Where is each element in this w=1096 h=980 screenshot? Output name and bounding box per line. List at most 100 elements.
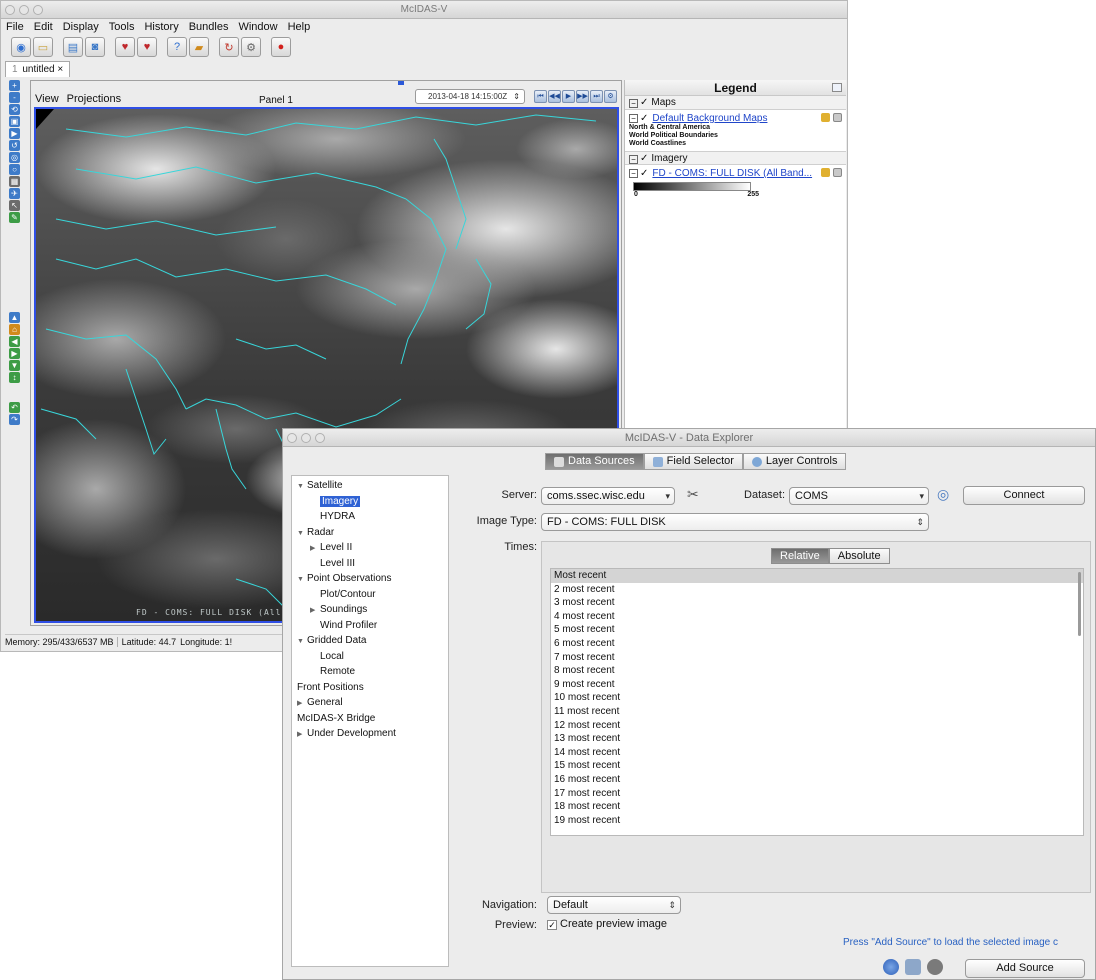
zoom-window-button[interactable]: [315, 433, 325, 443]
pan-left-icon[interactable]: ◀: [9, 336, 20, 347]
preview-checkbox[interactable]: ✓: [547, 920, 557, 930]
tree-node-gridded-data[interactable]: ▼ Gridded Data: [292, 633, 448, 649]
home-icon[interactable]: ⌂: [9, 324, 20, 335]
menu-display[interactable]: Display: [63, 19, 99, 35]
pointer-icon[interactable]: ↖: [9, 200, 20, 211]
list-item[interactable]: 11 most recent: [551, 705, 1083, 719]
visibility-checkbox[interactable]: ✓: [640, 113, 648, 124]
help-icon[interactable]: [883, 959, 899, 975]
collapse-icon[interactable]: −: [629, 169, 638, 178]
projection-icon[interactable]: ◎: [9, 152, 20, 163]
lock-icon[interactable]: [821, 113, 830, 122]
pan-down-icon[interactable]: ▼: [9, 360, 20, 371]
tree-node-level-ii[interactable]: ▶ Level II: [292, 540, 448, 556]
list-item[interactable]: 6 most recent: [551, 637, 1083, 651]
vertical-icon[interactable]: ↕: [9, 372, 20, 383]
menu-projections[interactable]: Projections: [67, 93, 121, 105]
visibility-checkbox[interactable]: ✓: [640, 97, 648, 108]
expanded-triangle-icon[interactable]: ▼: [297, 479, 307, 495]
settings-icon[interactable]: ⚙: [241, 37, 261, 57]
tree-node-soundings[interactable]: ▶ Soundings: [292, 602, 448, 618]
collapse-icon[interactable]: −: [629, 99, 638, 108]
navigation-combobox[interactable]: Default ⇕: [547, 896, 681, 914]
capture-movie-icon[interactable]: ▶: [9, 128, 20, 139]
help-icon[interactable]: ?: [167, 37, 187, 57]
list-item[interactable]: 5 most recent: [551, 623, 1083, 637]
collapse-icon[interactable]: −: [629, 114, 638, 123]
legend-group-maps[interactable]: − ✓ Maps: [625, 96, 846, 110]
list-item[interactable]: 3 most recent: [551, 596, 1083, 610]
relative-button[interactable]: Relative: [771, 548, 829, 564]
time-selector[interactable]: 2013-04-18 14:15:00Z ⇕: [415, 89, 525, 104]
pan-right-icon[interactable]: ▶: [9, 348, 20, 359]
tree-node-point-observations[interactable]: ▼ Point Observations: [292, 571, 448, 587]
favorite-manage-icon[interactable]: ♥: [137, 37, 157, 57]
list-item[interactable]: 18 most recent: [551, 800, 1083, 814]
tree-node-remote[interactable]: Remote: [292, 664, 448, 680]
rotate-right-icon[interactable]: ↷: [9, 414, 20, 425]
list-item[interactable]: 14 most recent: [551, 746, 1083, 760]
expanded-triangle-icon[interactable]: ▼: [297, 634, 307, 650]
legend-group-imagery[interactable]: − ✓ Imagery: [625, 151, 846, 165]
list-item[interactable]: 4 most recent: [551, 610, 1083, 624]
legend-expand-icon[interactable]: [832, 83, 842, 92]
menu-history[interactable]: History: [144, 19, 178, 35]
collapsed-triangle-icon[interactable]: ▶: [297, 727, 307, 743]
tree-node-level-iii[interactable]: Level III: [292, 556, 448, 572]
layout-icon[interactable]: ▦: [9, 176, 20, 187]
add-source-button[interactable]: Add Source: [965, 959, 1085, 978]
list-item[interactable]: 10 most recent: [551, 691, 1083, 705]
tree-node-mcidas-x-bridge[interactable]: McIDAS-X Bridge: [292, 711, 448, 727]
refresh-icon[interactable]: ↻: [219, 37, 239, 57]
expanded-triangle-icon[interactable]: ▼: [297, 526, 307, 542]
menu-file[interactable]: File: [6, 19, 24, 35]
dataset-combobox[interactable]: COMS ▾: [789, 487, 929, 505]
tree-node-wind-profiler[interactable]: Wind Profiler: [292, 618, 448, 634]
zoom-window-button[interactable]: [33, 5, 43, 15]
stop-icon[interactable]: ●: [271, 37, 291, 57]
menu-window[interactable]: Window: [238, 19, 277, 35]
absolute-button[interactable]: Absolute: [828, 548, 890, 564]
tree-node-plot-contour[interactable]: Plot/Contour: [292, 587, 448, 603]
minimize-window-button[interactable]: [19, 5, 29, 15]
tab-untitled[interactable]: 1 untitled ×: [5, 61, 71, 77]
list-item[interactable]: 15 most recent: [551, 759, 1083, 773]
globe-icon[interactable]: ○: [9, 164, 20, 175]
preview-option[interactable]: ✓ Create preview image: [547, 918, 667, 930]
close-window-button[interactable]: [5, 5, 15, 15]
pan-up-icon[interactable]: ▲: [9, 312, 20, 323]
anim-settings-button[interactable]: ⚙: [604, 90, 617, 103]
collapsed-triangle-icon[interactable]: ▶: [310, 603, 320, 619]
list-item[interactable]: Most recent: [551, 569, 1083, 583]
layer-link[interactable]: FD - COMS: FULL DISK (All Band...: [652, 168, 812, 179]
list-scrollbar[interactable]: [1078, 572, 1081, 636]
menu-tools[interactable]: Tools: [109, 19, 135, 35]
server-combobox[interactable]: coms.ssec.wisc.edu ▾: [541, 487, 675, 505]
zoom-out-icon[interactable]: -: [9, 92, 20, 103]
open-folder-icon[interactable]: ▭: [33, 37, 53, 57]
anim-step-back-button[interactable]: ◀◀: [548, 90, 561, 103]
anim-step-forward-button[interactable]: ▶▶: [576, 90, 589, 103]
tree-node-radar[interactable]: ▼ Radar: [292, 525, 448, 541]
tab-field-selector[interactable]: Field Selector: [643, 453, 743, 470]
rotate-left-icon[interactable]: ↶: [9, 402, 20, 413]
tab-close-icon[interactable]: ×: [57, 64, 63, 75]
list-item[interactable]: 17 most recent: [551, 787, 1083, 801]
capture-image-icon[interactable]: ▣: [9, 116, 20, 127]
collapsed-triangle-icon[interactable]: ▶: [310, 541, 320, 557]
save-bundle-icon[interactable]: ◙: [85, 37, 105, 57]
data-explorer-icon[interactable]: ◉: [11, 37, 31, 57]
layer-link[interactable]: Default Background Maps: [652, 113, 767, 124]
minimize-window-button[interactable]: [301, 433, 311, 443]
zoom-in-icon[interactable]: +: [9, 80, 20, 91]
tree-node-general[interactable]: ▶ General: [292, 695, 448, 711]
trash-icon[interactable]: [833, 168, 842, 177]
message-icon[interactable]: ▰: [189, 37, 209, 57]
menu-bundles[interactable]: Bundles: [189, 19, 229, 35]
list-item[interactable]: 12 most recent: [551, 719, 1083, 733]
connect-button[interactable]: Connect: [963, 486, 1085, 505]
rotate-icon[interactable]: ↺: [9, 140, 20, 151]
list-item[interactable]: 16 most recent: [551, 773, 1083, 787]
draw-icon[interactable]: ✎: [9, 212, 20, 223]
open-bundle-icon[interactable]: ▤: [63, 37, 83, 57]
